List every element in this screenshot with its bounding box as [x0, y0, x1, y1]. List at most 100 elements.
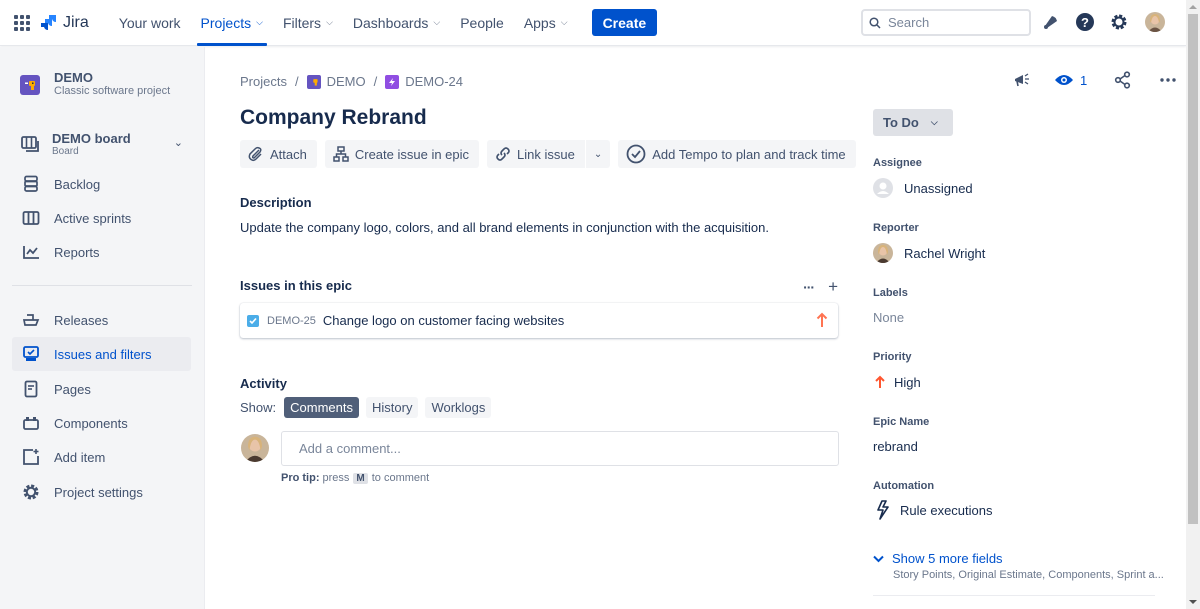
sidebar-item-add-item[interactable]: Add item: [12, 440, 191, 474]
notifications-icon[interactable]: [1041, 12, 1061, 32]
description-text[interactable]: Update the company logo, colors, and all…: [240, 220, 769, 235]
nav-people[interactable]: People: [450, 0, 514, 46]
tempo-label: Add Tempo to plan and track time: [652, 146, 846, 162]
link-issue-button[interactable]: Link issue: [487, 140, 585, 168]
tab-comments[interactable]: Comments: [284, 397, 359, 418]
chevron-down-icon: ⌵: [256, 17, 263, 27]
nav-projects-label: Projects: [200, 14, 252, 31]
pages-icon: [21, 379, 41, 399]
jira-logo[interactable]: Jira: [40, 14, 89, 32]
breadcrumb-projects[interactable]: Projects: [240, 74, 287, 89]
priority-field[interactable]: High: [873, 372, 921, 392]
breadcrumb-issue-key[interactable]: DEMO-24: [405, 74, 463, 89]
sidebar-item-label: Components: [54, 415, 128, 431]
more-actions-icon[interactable]: [1159, 77, 1177, 83]
status-label: To Do: [883, 115, 919, 130]
comment-input[interactable]: Add a comment...: [281, 431, 839, 466]
epic-child-issue-row[interactable]: DEMO-25 Change logo on customer facing w…: [240, 303, 838, 338]
tab-worklogs[interactable]: Worklogs: [425, 397, 492, 418]
rule-executions-link[interactable]: Rule executions: [873, 500, 993, 520]
activity-heading: Activity: [240, 376, 287, 391]
priority-label: Priority: [873, 351, 912, 363]
feedback-megaphone-icon[interactable]: [1013, 72, 1031, 88]
sidebar-item-issues-and-filters[interactable]: Issues and filters: [12, 337, 191, 371]
settings-icon[interactable]: [1109, 12, 1129, 32]
sidebar-item-reports[interactable]: Reports: [12, 235, 191, 269]
tab-history[interactable]: History: [366, 397, 419, 418]
more-options-icon[interactable]: ···: [803, 279, 815, 295]
scrollbar-thumb[interactable]: [1188, 14, 1198, 524]
sidebar-item-pages[interactable]: Pages: [12, 372, 191, 406]
chevron-down-icon: ⌄: [593, 148, 603, 160]
app-switcher-icon[interactable]: [14, 14, 30, 31]
sidebar-item-releases[interactable]: Releases: [12, 303, 191, 337]
nav-your-work[interactable]: Your work: [109, 0, 191, 46]
nav-filters[interactable]: Filters ⌵: [273, 0, 343, 46]
labels-field[interactable]: None: [873, 310, 904, 325]
backlog-icon: [21, 174, 41, 194]
svg-text:?: ?: [1081, 15, 1089, 30]
active-sprints-icon: [21, 208, 41, 228]
show-more-fields-label: Show 5 more fields: [892, 551, 1003, 566]
create-issue-in-epic-button[interactable]: Create issue in epic: [324, 140, 480, 168]
tempo-button[interactable]: Add Tempo to plan and track time: [618, 140, 856, 168]
sidebar-item-label: Pages: [54, 381, 91, 397]
search-icon: [869, 16, 881, 29]
reporter-avatar: [873, 243, 893, 263]
chevron-down-icon: ⌵: [930, 117, 938, 127]
chevron-down-icon: ⌵: [560, 17, 568, 27]
labels-label: Labels: [873, 287, 908, 299]
pro-tip-press: press: [322, 472, 350, 484]
check-circle-icon: [626, 144, 646, 164]
sidebar-item-label: Add item: [54, 449, 106, 465]
board-switcher[interactable]: DEMO board Board ⌄: [12, 127, 191, 161]
assignee-field[interactable]: Unassigned: [873, 178, 973, 198]
activity-filter: Show: Comments History Worklogs: [240, 397, 492, 418]
task-type-icon: [247, 314, 259, 327]
pro-tip-label: Pro tip:: [281, 472, 320, 484]
sidebar-item-components[interactable]: Components: [12, 406, 191, 440]
child-issue-key[interactable]: DEMO-25: [267, 315, 316, 327]
project-avatar-icon: [306, 74, 321, 89]
epic-name-field[interactable]: rebrand: [873, 439, 918, 454]
automation-label: Automation: [873, 480, 935, 492]
issues-filters-icon: [21, 344, 41, 364]
scroll-up-arrow-icon[interactable]: [1189, 5, 1197, 9]
breadcrumb-project[interactable]: DEMO: [327, 74, 366, 89]
nav-projects[interactable]: Projects ⌵: [191, 0, 273, 46]
page-scrollbar[interactable]: [1186, 0, 1200, 609]
add-icon[interactable]: +: [828, 277, 838, 297]
show-more-fields-button[interactable]: Show 5 more fields: [873, 551, 1003, 566]
attach-button[interactable]: Attach: [240, 140, 317, 168]
nav-apps[interactable]: Apps ⌵: [514, 0, 578, 46]
share-icon[interactable]: [1114, 71, 1132, 89]
create-button[interactable]: Create: [591, 9, 658, 36]
assignee-label: Assignee: [873, 157, 922, 169]
search-input[interactable]: Search: [861, 9, 1031, 36]
status-dropdown[interactable]: To Do ⌵: [873, 109, 953, 136]
sidebar-divider: [12, 285, 192, 286]
breadcrumb: Projects / DEMO / DEMO-24: [240, 74, 463, 89]
profile-avatar[interactable]: [1145, 12, 1165, 32]
create-issue-in-epic-label: Create issue in epic: [354, 146, 470, 162]
nav-people-label: People: [460, 14, 504, 31]
help-icon[interactable]: ?: [1075, 12, 1095, 32]
link-issue-dropdown-button[interactable]: ⌄: [585, 140, 611, 168]
board-subtitle: Board: [52, 145, 79, 157]
child-issue-summary[interactable]: Change logo on customer facing websites: [323, 313, 564, 328]
search-placeholder: Search: [888, 15, 930, 30]
add-item-icon: [21, 447, 41, 467]
more-fields-summary: Story Points, Original Estimate, Compone…: [893, 569, 1164, 581]
watch-button[interactable]: 1: [1054, 73, 1087, 88]
scroll-down-arrow-icon[interactable]: [1189, 600, 1197, 604]
sidebar-item-project-settings[interactable]: Project settings: [12, 475, 191, 509]
reporter-field[interactable]: Rachel Wright: [873, 243, 985, 263]
issue-title[interactable]: Company Rebrand: [240, 106, 427, 130]
nav-dashboards[interactable]: Dashboards ⌵: [343, 0, 450, 46]
watcher-count: 1: [1080, 72, 1088, 88]
sidebar-item-active-sprints[interactable]: Active sprints: [12, 201, 191, 235]
sidebar-item-backlog[interactable]: Backlog: [12, 167, 191, 201]
project-header[interactable]: DEMO Classic software project: [20, 71, 170, 98]
nav-dashboards-label: Dashboards: [352, 14, 429, 31]
breadcrumb-separator: /: [294, 74, 299, 89]
